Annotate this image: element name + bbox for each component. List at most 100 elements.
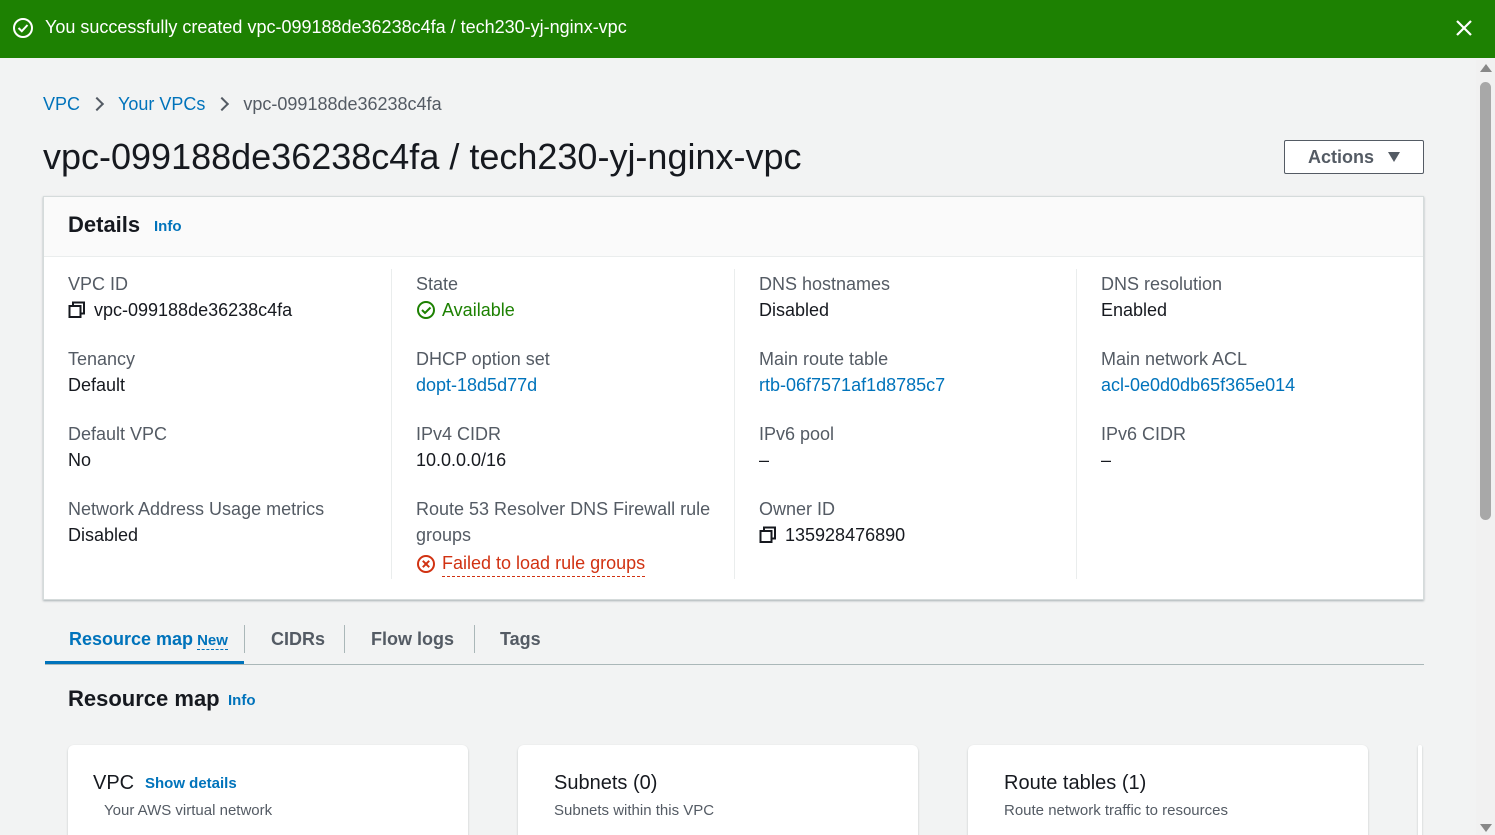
resource-card-vpc: VPC Show details Your AWS virtual networ… xyxy=(68,745,468,835)
field-label: Main route table xyxy=(759,349,889,369)
card-title: Subnets (0) xyxy=(554,772,658,794)
field-value: Failed to load rule groups xyxy=(416,550,716,577)
chevron-right-icon xyxy=(215,96,230,112)
field-label: VPC ID xyxy=(68,274,129,294)
owner-id-value: 135928476890 xyxy=(785,525,906,545)
field-label: State xyxy=(416,274,459,294)
tab-cidrs[interactable]: CIDRs xyxy=(271,625,325,653)
card-subtitle: Route network traffic to resources xyxy=(1004,802,1228,819)
field-label: Tenancy xyxy=(68,349,136,369)
field-value: vpc-099188de36238c4fa xyxy=(68,297,368,323)
field-vpc-id: VPC ID vpc-099188de36238c4fa xyxy=(68,271,368,323)
scroll-up-arrow-icon[interactable] xyxy=(1480,64,1492,72)
field-label-line1: Route 53 Resolver DNS Firewall rule xyxy=(416,499,711,519)
actions-label: Actions xyxy=(1307,146,1374,167)
card-subtitle: Subnets within this VPC xyxy=(554,802,715,819)
resource-card-subnets: Subnets (0) Subnets within this VPC xyxy=(518,745,918,835)
field-value: 10.0.0.0/16 xyxy=(416,450,507,470)
field-default-vpc: Default VPC No xyxy=(68,421,368,473)
details-column-1: VPC ID vpc-099188de36238c4fa Tenancy Def… xyxy=(44,269,392,579)
details-container: Details Info VPC ID vpc-099188de36238c4f… xyxy=(43,196,1424,600)
field-label: DNS hostnames xyxy=(759,274,891,294)
tab-tags[interactable]: Tags xyxy=(500,625,541,653)
resource-map-title: Resource map xyxy=(68,686,220,711)
field-tenancy: Tenancy Default xyxy=(68,346,368,398)
field-route53-firewall: Route 53 Resolver DNS Firewall rule grou… xyxy=(416,496,716,577)
tab-separator xyxy=(244,625,245,653)
field-label: DNS resolution xyxy=(1101,274,1223,294)
field-state: State Available xyxy=(416,271,716,323)
failed-rule-groups-link[interactable]: Failed to load rule groups xyxy=(442,550,646,577)
field-dns-hostnames: DNS hostnames Disabled xyxy=(759,271,1059,323)
field-nau-metrics: Network Address Usage metrics Disabled xyxy=(68,496,368,548)
field-value: Available xyxy=(416,297,716,323)
breadcrumb-current: vpc-099188de36238c4fa xyxy=(243,93,442,114)
field-dns-resolution: DNS resolution Enabled xyxy=(1101,271,1401,323)
show-details-link[interactable]: Show details xyxy=(145,775,237,792)
card-title: Route tables (1) xyxy=(1004,772,1147,794)
tab-flow-logs[interactable]: Flow logs xyxy=(371,625,454,653)
vpc-id-value: vpc-099188de36238c4fa xyxy=(94,300,293,320)
field-label: IPv4 CIDR xyxy=(416,424,502,444)
scroll-down-arrow-icon[interactable] xyxy=(1480,824,1492,832)
breadcrumb-your-vpcs[interactable]: Your VPCs xyxy=(118,94,205,115)
field-value: Disabled xyxy=(759,300,830,320)
resource-card-route-tables: Route tables (1) Route network traffic t… xyxy=(968,745,1368,835)
details-title: Details xyxy=(68,212,141,237)
field-main-network-acl: Main network ACL acl-0e0d0db65f365e014 xyxy=(1101,346,1401,398)
close-icon[interactable] xyxy=(1452,16,1476,40)
resource-card-partial xyxy=(1418,745,1422,835)
breadcrumb-vpc[interactable]: VPC xyxy=(43,94,80,115)
field-main-route-table: Main route table rtb-06f7571af1d8785c7 xyxy=(759,346,1059,398)
status-error-icon xyxy=(417,554,435,573)
page-title: vpc-099188de36238c4fa / tech230-yj-nginx… xyxy=(43,136,802,177)
field-label-line2: groups xyxy=(416,525,472,545)
field-value: 135928476890 xyxy=(759,522,1059,548)
new-badge: New xyxy=(197,632,228,650)
card-title: VPC xyxy=(93,772,135,794)
field-value: – xyxy=(759,450,770,470)
field-label: Owner ID xyxy=(759,499,836,519)
copy-icon[interactable] xyxy=(68,301,86,319)
main-network-acl-link[interactable]: acl-0e0d0db65f365e014 xyxy=(1101,372,1401,398)
flash-message: You successfully created vpc-099188de362… xyxy=(45,17,627,37)
details-info-link[interactable]: Info xyxy=(154,218,182,235)
details-column-4: DNS resolution Enabled Main network ACL … xyxy=(1076,269,1423,579)
state-value: Available xyxy=(442,300,515,320)
field-ipv4-cidr: IPv4 CIDR 10.0.0.0/16 xyxy=(416,421,716,473)
field-value: No xyxy=(68,450,92,470)
breadcrumb: VPC Your VPCs vpc-099188de36238c4fa xyxy=(43,92,442,116)
status-success-icon xyxy=(417,301,435,319)
card-subtitle: Your AWS virtual network xyxy=(104,802,273,819)
field-dhcp: DHCP option set dopt-18d5d77d xyxy=(416,346,716,398)
tab-label: Resource map xyxy=(69,629,194,649)
resource-map-info-link[interactable]: Info xyxy=(228,692,256,709)
field-owner-id: Owner ID 135928476890 xyxy=(759,496,1059,548)
field-label: IPv6 CIDR xyxy=(1101,424,1187,444)
success-check-icon xyxy=(13,18,33,38)
details-header: Details Info xyxy=(44,197,1423,257)
field-value: Default xyxy=(68,375,126,395)
actions-dropdown-button[interactable]: Actions xyxy=(1284,140,1424,174)
field-label: DHCP option set xyxy=(416,349,550,369)
copy-icon[interactable] xyxy=(759,526,777,544)
details-column-2: State Available DHCP option set dopt-18d… xyxy=(391,269,735,579)
tab-resource-map[interactable]: Resource map New xyxy=(69,625,228,653)
caret-down-icon xyxy=(1388,152,1400,162)
active-tab-indicator xyxy=(45,661,244,664)
field-ipv6-pool: IPv6 pool – xyxy=(759,421,1059,473)
tab-separator xyxy=(344,625,345,653)
page-scrollbar[interactable] xyxy=(1476,60,1495,835)
field-label: Main network ACL xyxy=(1101,349,1248,369)
field-label: Default VPC xyxy=(68,424,168,444)
field-value: Disabled xyxy=(68,525,139,545)
details-column-3: DNS hostnames Disabled Main route table … xyxy=(734,269,1077,579)
dhcp-link[interactable]: dopt-18d5d77d xyxy=(416,372,716,398)
tab-bar: Resource map New CIDRs Flow logs Tags xyxy=(45,615,1424,665)
scroll-thumb[interactable] xyxy=(1480,82,1491,520)
tab-separator xyxy=(474,625,475,653)
field-ipv6-cidr: IPv6 CIDR – xyxy=(1101,421,1401,473)
field-value: – xyxy=(1101,450,1112,470)
field-label: Network Address Usage metrics xyxy=(68,499,325,519)
main-route-table-link[interactable]: rtb-06f7571af1d8785c7 xyxy=(759,372,1059,398)
